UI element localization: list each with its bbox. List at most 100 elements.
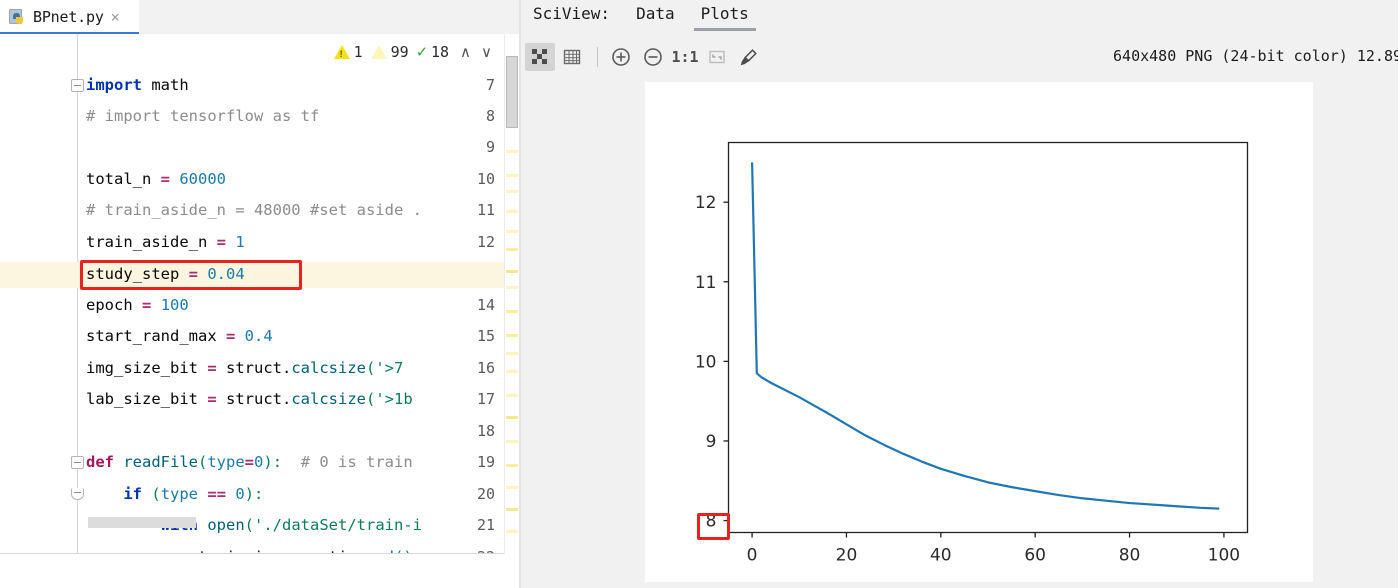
actual-size-icon[interactable]: 1:1 (670, 43, 700, 71)
highlighted-line-background (0, 262, 519, 288)
prev-problem-icon[interactable]: ∧ (457, 43, 474, 61)
line-number: 10 (476, 170, 495, 188)
sciview-header: SciView: Data Plots (521, 0, 1398, 38)
code-line[interactable]: study_step = 0.04 (86, 265, 245, 283)
line-number: 16 (476, 359, 495, 377)
grid-icon[interactable] (557, 43, 587, 71)
scrollbar-marker (506, 150, 518, 153)
tab-data[interactable]: Data (636, 4, 675, 31)
code-line[interactable]: lab_size_bit = struct.calcsize('>1b (86, 390, 413, 408)
y-tick-label: 12 (695, 193, 717, 213)
line-number: 9 (485, 138, 495, 156)
code-editor-pane: BPnet.py × 78910111213141516171819202122… (0, 0, 519, 588)
sciview-title: SciView: (533, 4, 611, 23)
scrollbar-marker (506, 530, 518, 533)
fit-to-window-icon[interactable] (702, 43, 732, 71)
y-axis-ticks: 8 9 10 11 12 (695, 193, 729, 532)
line-number: 18 (476, 422, 495, 440)
fold-toggle-icon[interactable] (71, 79, 84, 92)
fold-rail (77, 34, 78, 554)
line-number: 7 (485, 76, 495, 94)
code-line[interactable]: if (type == 0): (86, 485, 263, 503)
y-tick-label: 10 (695, 352, 717, 372)
code-line[interactable]: epoch = 100 (86, 296, 189, 314)
axes-frame (727, 141, 1249, 534)
python-file-icon (9, 8, 26, 26)
scrollbar-marker (506, 310, 518, 313)
color-picker-icon[interactable] (734, 43, 764, 71)
fold-toggle-icon[interactable] (71, 488, 84, 500)
y-tick-label: 8 (706, 512, 717, 532)
x-tick-label: 100 (1208, 546, 1240, 566)
vertical-scrollbar-thumb[interactable] (506, 56, 518, 128)
next-problem-icon[interactable]: ∨ (478, 43, 495, 61)
actual-size-label: 1:1 (671, 48, 699, 66)
code-line[interactable]: img_size_bit = struct.calcsize('>7 (86, 359, 403, 377)
code-line[interactable]: train_aside_n = 1 (86, 233, 245, 251)
inspection-warning-count: 99 (390, 43, 409, 61)
horizontal-scrollbar[interactable] (78, 517, 508, 528)
editor-marker-scrollbar[interactable] (504, 34, 519, 554)
editor-bottom-strip (0, 553, 519, 588)
line-number: 14 (476, 296, 495, 314)
close-icon[interactable]: × (111, 9, 120, 25)
scrollbar-marker (506, 230, 518, 233)
scrollbar-marker (506, 190, 518, 193)
scrollbar-marker (506, 486, 518, 489)
zoom-in-icon[interactable] (606, 43, 636, 71)
x-tick-label: 40 (930, 546, 952, 566)
code-line[interactable]: start_rand_max = 0.4 (86, 327, 273, 345)
x-tick-label: 80 (1119, 546, 1141, 566)
line-number: 8 (485, 107, 495, 125)
scrollbar-marker (506, 174, 518, 177)
scrollbar-marker (506, 394, 518, 397)
y-tick-label: 11 (695, 273, 717, 293)
line-number: 11 (476, 201, 495, 219)
x-axis-ticks: 0 20 40 60 80 100 (747, 532, 1240, 566)
editor-tabstrip: BPnet.py × (0, 0, 519, 35)
code-line[interactable]: def readFile(type=0): # 0 is train (86, 453, 413, 471)
tab-plots[interactable]: Plots (693, 4, 756, 31)
code-line[interactable]: # import tensorflow as tf (86, 107, 319, 125)
x-tick-label: 0 (747, 546, 758, 566)
scrollbar-marker (506, 352, 518, 355)
horizontal-scrollbar-thumb[interactable] (88, 517, 196, 528)
scrollbar-marker (506, 270, 518, 273)
code-area[interactable]: 78910111213141516171819202122 import mat… (0, 34, 519, 554)
line-number: 12 (476, 233, 495, 251)
scrollbar-marker (506, 334, 518, 337)
weak-warning-triangle-icon (370, 45, 387, 59)
code-line[interactable]: import math (86, 76, 189, 94)
editor-tab-label: BPnet.py (33, 8, 104, 26)
scrollbar-marker (506, 370, 518, 373)
scrollbar-marker (506, 210, 518, 213)
line-number: 19 (476, 453, 495, 471)
scrollbar-marker (506, 440, 518, 443)
line-number: 15 (476, 327, 495, 345)
plot-image[interactable]: 8 9 10 11 12 0 20 40 60 80 100 (645, 82, 1313, 582)
fold-toggle-icon[interactable] (71, 456, 84, 469)
plot-figure: 8 9 10 11 12 0 20 40 60 80 100 (695, 141, 1249, 566)
editor-tab-bpnet[interactable]: BPnet.py × (0, 0, 139, 35)
scrollbar-marker (506, 508, 518, 511)
transparency-checkerboard-icon[interactable] (525, 43, 555, 71)
sciview-toolbar: 1:1 640x480 PNG (24-bit color) 12.89 (521, 38, 1398, 76)
scrollbar-marker (506, 464, 518, 467)
scrollbar-marker (506, 248, 518, 251)
inspection-widget[interactable]: 1 99 ✓ 18 ∧ ∨ (327, 41, 495, 62)
toolbar-separator (597, 47, 598, 67)
x-tick-label: 20 (836, 546, 858, 566)
scrollbar-marker (506, 416, 518, 419)
code-line[interactable]: # train_aside_n = 48000 #set aside . (86, 201, 422, 219)
zoom-out-icon[interactable] (638, 43, 668, 71)
y-tick-label: 9 (706, 432, 717, 452)
inspection-ok-count: 18 (430, 43, 450, 61)
warning-triangle-icon (333, 45, 350, 59)
ide-window: BPnet.py × 78910111213141516171819202122… (0, 0, 1398, 588)
check-icon: ✓ (416, 41, 427, 62)
code-line[interactable]: total_n = 60000 (86, 170, 226, 188)
sciview-pane: SciView: Data Plots 1:1 640x480 PNG (24-… (521, 0, 1398, 588)
scrollbar-marker (506, 286, 518, 289)
x-tick-label: 60 (1024, 546, 1046, 566)
line-number: 17 (476, 390, 495, 408)
